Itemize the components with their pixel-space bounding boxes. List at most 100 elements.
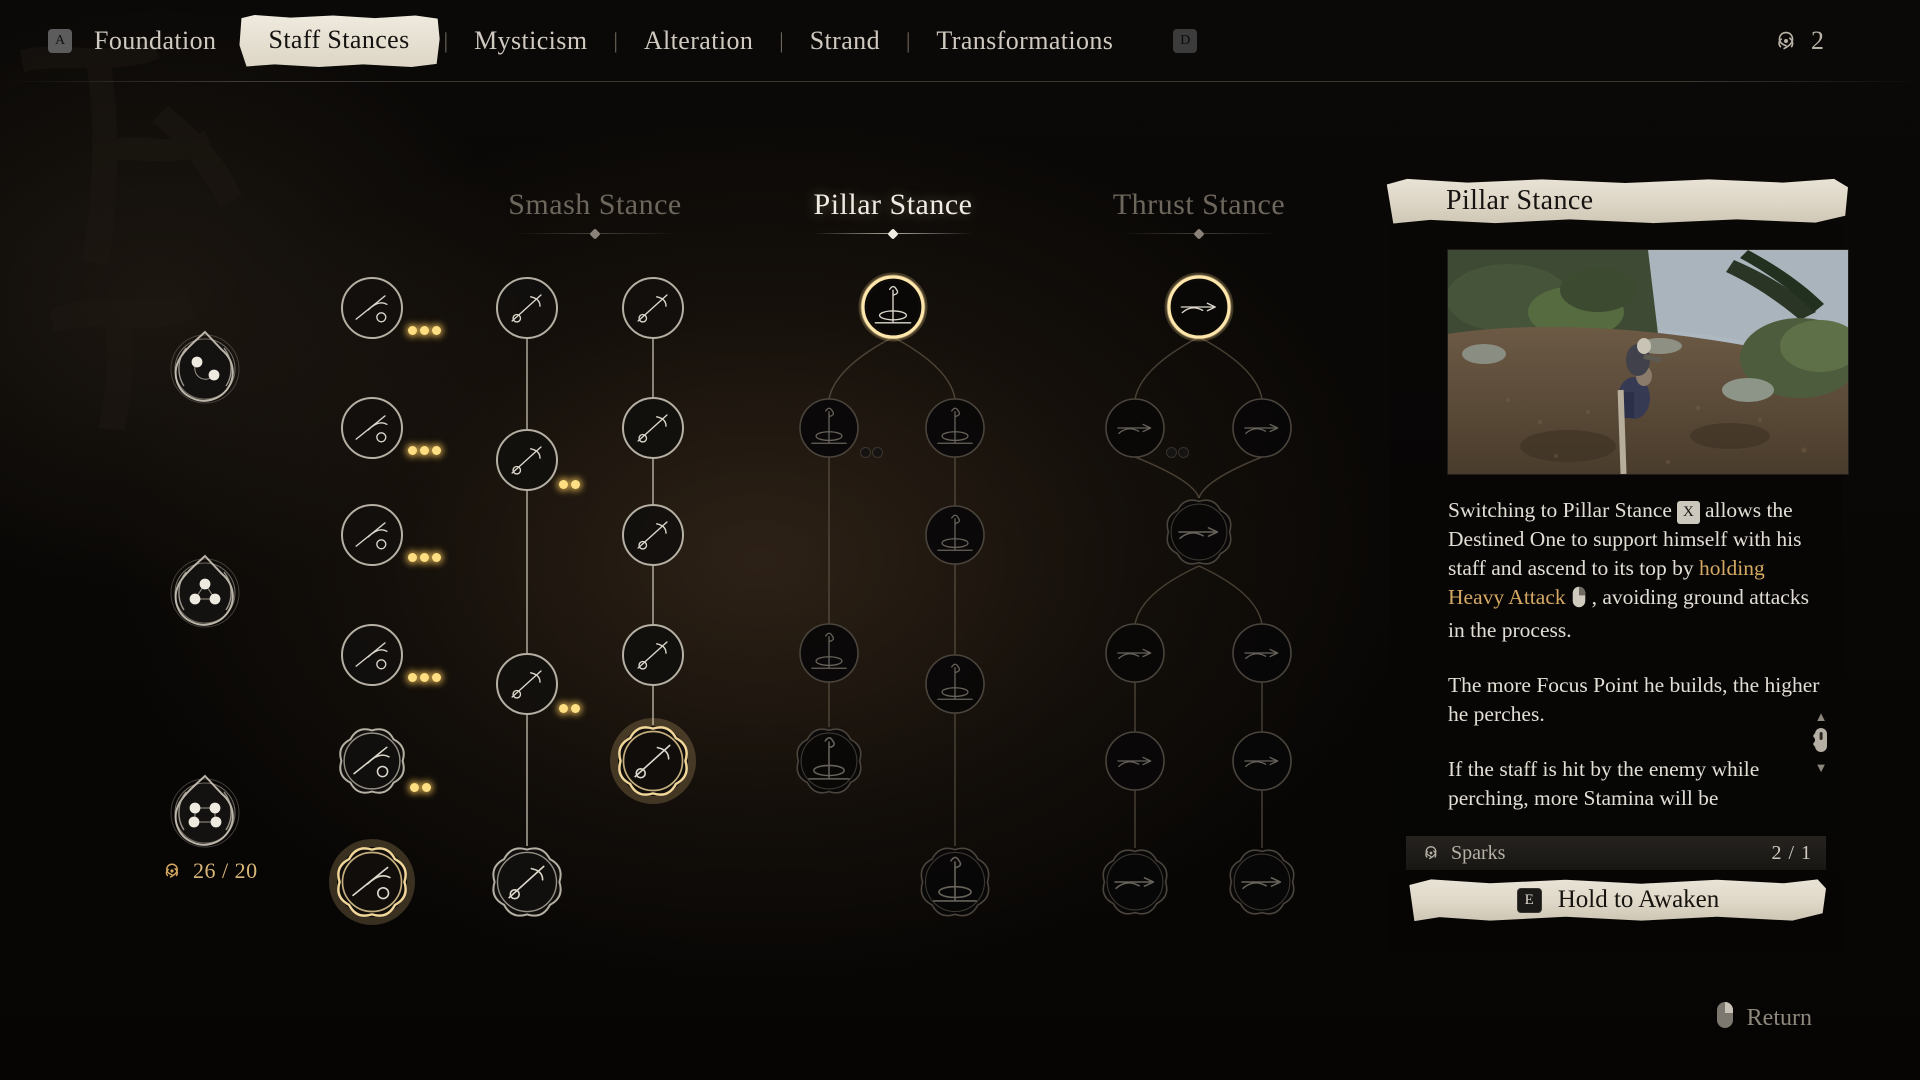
hold-to-awaken-button[interactable]: E Hold to Awaken [1409, 879, 1826, 922]
key-badge-x: X [1676, 501, 1700, 524]
skill-node-pips [408, 446, 441, 455]
skill-node-t4[interactable] [601, 603, 705, 707]
skill-cost-row: Sparks 2 / 1 [1406, 836, 1826, 870]
pip-filled [432, 553, 441, 562]
skill-node-pips [408, 553, 441, 562]
nav-separator: | [905, 28, 911, 53]
skill-tree-screen: A Foundation Staff Stances | Mysticism | Alte… [0, 0, 1920, 1080]
skill-node-t1[interactable] [601, 256, 705, 360]
top-navigation-bar: A Foundation Staff Stances | Mysticism | Alte… [0, 0, 1920, 82]
nav-separator: | [443, 28, 449, 53]
skill-node-h0[interactable] [1147, 255, 1251, 359]
nav-prev-key[interactable]: A [48, 29, 72, 53]
scroll-up-chevron[interactable]: ▲ [1815, 710, 1828, 723]
skill-node-s5[interactable] [316, 705, 431, 817]
detail-panel-body: Switching to Pillar Stance Xallows the De… [1390, 224, 1848, 958]
skill-node-s4[interactable] [320, 603, 441, 707]
mouse-right-icon [1571, 586, 1587, 616]
skill-node-p2[interactable] [904, 377, 1006, 479]
skill-preview-image [1448, 250, 1848, 474]
pip-filled [420, 326, 429, 335]
skill-node-h4[interactable] [1084, 602, 1186, 704]
pip-filled [432, 673, 441, 682]
description-text: Switching to Pillar Stance [1448, 498, 1672, 522]
detail-panel-title: Pillar Stance [1446, 185, 1594, 216]
pip-filled [408, 326, 417, 335]
skill-node-p7[interactable] [897, 824, 1013, 940]
skill-node-h1[interactable] [1084, 377, 1188, 479]
pip-filled [408, 673, 417, 682]
description-paragraph-3: If the staff is hit by the enemy while p… [1448, 755, 1820, 813]
skill-node-m4[interactable] [469, 824, 585, 940]
skill-node-pips [559, 480, 580, 489]
skill-node-pips [1167, 448, 1188, 457]
description-text: The more Focus Point he builds, the high… [1448, 673, 1820, 726]
skill-node-h6[interactable] [1084, 710, 1186, 812]
skill-node-t2[interactable] [601, 376, 705, 480]
pip-empty [873, 448, 882, 457]
detail-panel-banner: Pillar Stance [1386, 178, 1848, 224]
nav-next-key[interactable]: D [1173, 29, 1198, 53]
skill-node-s2[interactable] [320, 376, 441, 480]
skill-node-s1[interactable] [320, 256, 441, 360]
return-label: Return [1746, 1005, 1812, 1031]
nav-tab-strand[interactable]: Strand [788, 20, 902, 62]
skill-node-h3[interactable] [1143, 476, 1255, 588]
skill-node-s6[interactable] [314, 824, 430, 940]
nav-tab-alteration[interactable]: Alteration [622, 20, 775, 62]
nav-tab-mysticism[interactable]: Mysticism [452, 20, 609, 62]
skill-cost-value: 2 / 1 [1771, 841, 1812, 864]
pip-filled [410, 783, 419, 792]
skill-node-t3[interactable] [601, 483, 705, 587]
pip-empty [1167, 448, 1176, 457]
skill-node-p4[interactable] [778, 602, 880, 704]
pip-filled [571, 704, 580, 713]
skill-node-t5[interactable] [595, 703, 711, 819]
pip-filled [571, 480, 580, 489]
skill-node-h2[interactable] [1211, 377, 1313, 479]
awaken-label: Hold to Awaken [1557, 886, 1720, 913]
skill-node-p6[interactable] [773, 705, 885, 817]
skill-node-m1[interactable] [475, 256, 579, 360]
pip-filled [420, 673, 429, 682]
skill-node-pips [559, 704, 580, 713]
description-paragraph-2: The more Focus Point he builds, the high… [1448, 671, 1820, 729]
pip-filled [432, 326, 441, 335]
skill-node-h9[interactable] [1206, 826, 1318, 938]
pip-empty [861, 448, 870, 457]
sparks-knot-icon [1420, 842, 1442, 864]
skill-node-p3[interactable] [904, 484, 1006, 586]
skill-node-h5[interactable] [1211, 602, 1313, 704]
skill-node-p1[interactable] [778, 377, 882, 479]
mouse-wheel-icon [1812, 727, 1830, 758]
scroll-down-chevron[interactable]: ▼ [1815, 761, 1828, 774]
skill-node-pips [408, 326, 441, 335]
pip-filled [408, 553, 417, 562]
nav-separator: | [779, 28, 784, 53]
detail-panel: Pillar Stance Switching to Pillar Stance… [1386, 178, 1848, 958]
skill-node-h8[interactable] [1079, 826, 1191, 938]
return-hint[interactable]: Return [1715, 1001, 1812, 1036]
nav-tabs: Foundation Staff Stances | Mysticism | Altera… [72, 15, 1135, 67]
nav-tab-foundation[interactable]: Foundation [72, 20, 238, 62]
skill-node-pips [410, 783, 431, 792]
sparks-total-top: 2 [1771, 26, 1824, 56]
pip-filled [420, 446, 429, 455]
skill-node-s3[interactable] [320, 483, 441, 587]
description-text: If the staff is hit by the enemy while p… [1448, 757, 1760, 810]
scroll-indicator[interactable]: ▲ ▼ [1812, 710, 1830, 774]
nav-tab-staff-stances[interactable]: Staff Stances [239, 15, 440, 67]
skill-node-m3[interactable] [475, 632, 580, 736]
nav-tab-transformations[interactable]: Transformations [914, 20, 1135, 62]
skill-description: Switching to Pillar Stance Xallows the De… [1448, 496, 1820, 813]
skill-node-p5[interactable] [904, 633, 1006, 735]
skill-node-p0[interactable] [841, 255, 945, 359]
skill-node-h7[interactable] [1211, 710, 1313, 812]
pip-empty [1179, 448, 1188, 457]
description-paragraph-1: Switching to Pillar Stance Xallows the De… [1448, 496, 1820, 645]
skill-tree-canvas[interactable] [0, 0, 1390, 1080]
skill-cost-label: Sparks [1451, 841, 1506, 864]
skill-node-m2[interactable] [475, 408, 580, 512]
sparks-knot-icon [1771, 26, 1801, 56]
skill-node-pips [861, 448, 882, 457]
